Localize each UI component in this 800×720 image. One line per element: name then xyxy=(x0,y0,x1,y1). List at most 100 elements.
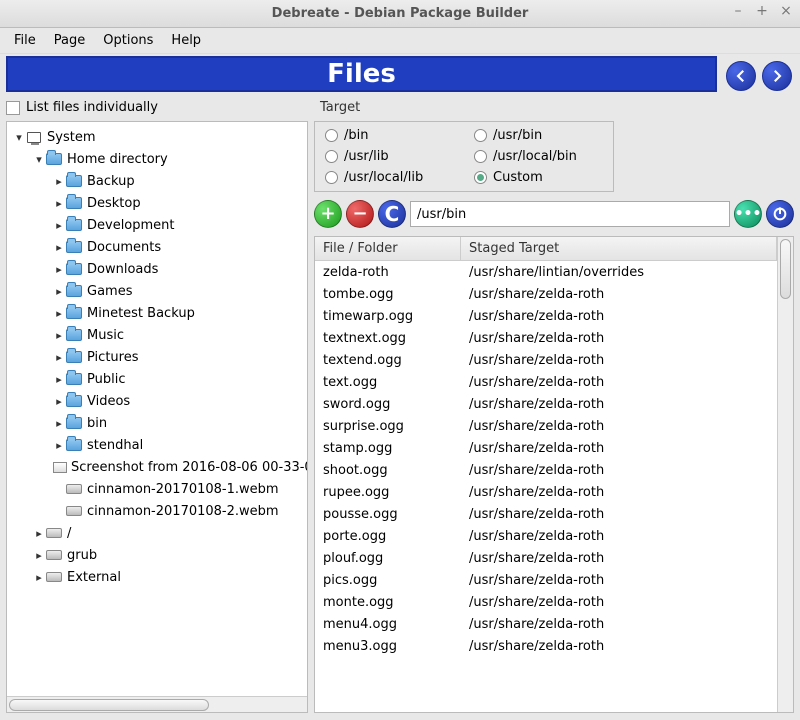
staged-files-table[interactable]: File / Folder Staged Target zelda-roth/u… xyxy=(315,237,777,712)
tree-item[interactable]: ▸Desktop xyxy=(9,192,305,214)
target-option[interactable]: /usr/lib xyxy=(325,149,454,164)
cell-file: stamp.ogg xyxy=(315,441,461,456)
expand-icon[interactable]: ▸ xyxy=(53,175,65,188)
page-header: Files xyxy=(6,56,717,92)
tree-item[interactable]: ▸Games xyxy=(9,280,305,302)
table-row[interactable]: porte.ogg/usr/share/zelda-roth xyxy=(315,525,777,547)
arrow-right-icon xyxy=(768,67,786,85)
expand-icon[interactable]: ▾ xyxy=(33,153,45,166)
target-path-input[interactable] xyxy=(410,201,730,227)
target-option[interactable]: /usr/bin xyxy=(474,128,603,143)
tree-item[interactable]: ▸Minetest Backup xyxy=(9,302,305,324)
expand-icon[interactable]: ▸ xyxy=(33,527,45,540)
expand-icon[interactable]: ▸ xyxy=(53,351,65,364)
table-row[interactable]: plouf.ogg/usr/share/zelda-roth xyxy=(315,547,777,569)
expand-icon[interactable]: ▸ xyxy=(53,197,65,210)
menu-help[interactable]: Help xyxy=(163,30,209,51)
titlebar: Debreate - Debian Package Builder – + × xyxy=(0,0,800,28)
expand-icon[interactable]: ▸ xyxy=(53,329,65,342)
expand-icon[interactable]: ▸ xyxy=(53,307,65,320)
table-row[interactable]: menu3.ogg/usr/share/zelda-roth xyxy=(315,635,777,657)
list-individually-checkbox[interactable] xyxy=(6,101,20,115)
tree-hscrollbar[interactable] xyxy=(7,696,307,712)
expand-icon[interactable]: ▸ xyxy=(53,395,65,408)
tree-item[interactable]: ▸ Backup xyxy=(9,170,305,192)
next-page-button[interactable] xyxy=(762,61,792,91)
cell-file: zelda-roth xyxy=(315,265,461,280)
table-row[interactable]: pics.ogg/usr/share/zelda-roth xyxy=(315,569,777,591)
expand-icon[interactable]: ▸ xyxy=(53,263,65,276)
table-row[interactable]: text.ogg/usr/share/zelda-roth xyxy=(315,371,777,393)
table-row[interactable]: textnext.ogg/usr/share/zelda-roth xyxy=(315,327,777,349)
cell-target: /usr/share/zelda-roth xyxy=(461,595,777,610)
menu-page[interactable]: Page xyxy=(46,30,93,51)
table-row[interactable]: menu4.ogg/usr/share/zelda-roth xyxy=(315,613,777,635)
tree-item[interactable]: ▸stendhal xyxy=(9,434,305,456)
tree-item[interactable]: ▾Home directory xyxy=(9,148,305,170)
folder-icon xyxy=(65,283,83,299)
tree-item[interactable]: ▸Public xyxy=(9,368,305,390)
target-option[interactable]: /usr/local/lib xyxy=(325,170,454,185)
tree-item[interactable]: ▸grub xyxy=(9,544,305,566)
cell-target: /usr/share/zelda-roth xyxy=(461,617,777,632)
target-option[interactable]: Custom xyxy=(474,170,603,185)
tree-item[interactable]: cinnamon-20170108-2.webm xyxy=(9,500,305,522)
expand-icon[interactable]: ▸ xyxy=(53,439,65,452)
table-row[interactable]: sword.ogg/usr/share/zelda-roth xyxy=(315,393,777,415)
menu-file[interactable]: File xyxy=(6,30,44,51)
table-row[interactable]: pousse.ogg/usr/share/zelda-roth xyxy=(315,503,777,525)
tree-item[interactable]: ▾System xyxy=(9,126,305,148)
expand-icon[interactable]: ▸ xyxy=(33,571,45,584)
tree-item[interactable]: ▸Documents xyxy=(9,236,305,258)
cell-file: sword.ogg xyxy=(315,397,461,412)
tree-item[interactable]: ▸Development xyxy=(9,214,305,236)
clear-button[interactable] xyxy=(766,200,794,228)
table-vscrollbar[interactable] xyxy=(777,237,793,712)
table-row[interactable]: monte.ogg/usr/share/zelda-roth xyxy=(315,591,777,613)
col-file[interactable]: File / Folder xyxy=(315,237,461,260)
file-tree[interactable]: ▾System▾Home directory ▸ Backup ▸Desktop▸De… xyxy=(6,121,308,713)
expand-icon[interactable]: ▸ xyxy=(53,285,65,298)
tree-item[interactable]: ▸Videos xyxy=(9,390,305,412)
minimize-button[interactable]: – xyxy=(730,4,746,20)
close-button[interactable]: × xyxy=(778,4,794,20)
tree-item[interactable]: ▸Downloads xyxy=(9,258,305,280)
target-option[interactable]: /usr/local/bin xyxy=(474,149,603,164)
tree-item[interactable]: ▸External xyxy=(9,566,305,588)
image-icon xyxy=(53,459,67,475)
menu-options[interactable]: Options xyxy=(95,30,161,51)
expand-icon[interactable]: ▸ xyxy=(53,373,65,386)
col-target[interactable]: Staged Target xyxy=(461,237,777,260)
tree-item[interactable]: Screenshot from 2016-08-06 00-33-07 xyxy=(9,456,305,478)
tree-item[interactable]: cinnamon-20170108-1.webm xyxy=(9,478,305,500)
table-row[interactable]: surprise.ogg/usr/share/zelda-roth xyxy=(315,415,777,437)
expand-icon[interactable]: ▸ xyxy=(33,549,45,562)
table-row[interactable]: tombe.ogg/usr/share/zelda-roth xyxy=(315,283,777,305)
browse-button[interactable]: ••• xyxy=(734,200,762,228)
window-title: Debreate - Debian Package Builder xyxy=(272,6,529,21)
tree-item[interactable]: ▸/ xyxy=(9,522,305,544)
table-row[interactable]: stamp.ogg/usr/share/zelda-roth xyxy=(315,437,777,459)
tree-item[interactable]: ▸bin xyxy=(9,412,305,434)
add-button[interactable]: + xyxy=(314,200,342,228)
refresh-button[interactable]: C xyxy=(378,200,406,228)
tree-item-label: cinnamon-20170108-1.webm xyxy=(87,482,279,497)
expand-icon[interactable]: ▾ xyxy=(13,131,25,144)
table-row[interactable]: zelda-roth/usr/share/lintian/overrides xyxy=(315,261,777,283)
remove-button[interactable]: − xyxy=(346,200,374,228)
expand-icon[interactable]: ▸ xyxy=(53,417,65,430)
prev-page-button[interactable] xyxy=(726,61,756,91)
target-option[interactable]: /bin xyxy=(325,128,454,143)
tree-item[interactable]: ▸Music xyxy=(9,324,305,346)
tree-item-label: Backup xyxy=(87,174,135,189)
tree-item[interactable]: ▸Pictures xyxy=(9,346,305,368)
maximize-button[interactable]: + xyxy=(754,4,770,20)
folder-icon xyxy=(45,151,63,167)
table-row[interactable]: timewarp.ogg/usr/share/zelda-roth xyxy=(315,305,777,327)
radio-icon xyxy=(474,171,487,184)
expand-icon[interactable]: ▸ xyxy=(53,219,65,232)
table-row[interactable]: textend.ogg/usr/share/zelda-roth xyxy=(315,349,777,371)
expand-icon[interactable]: ▸ xyxy=(53,241,65,254)
table-row[interactable]: rupee.ogg/usr/share/zelda-roth xyxy=(315,481,777,503)
table-row[interactable]: shoot.ogg/usr/share/zelda-roth xyxy=(315,459,777,481)
